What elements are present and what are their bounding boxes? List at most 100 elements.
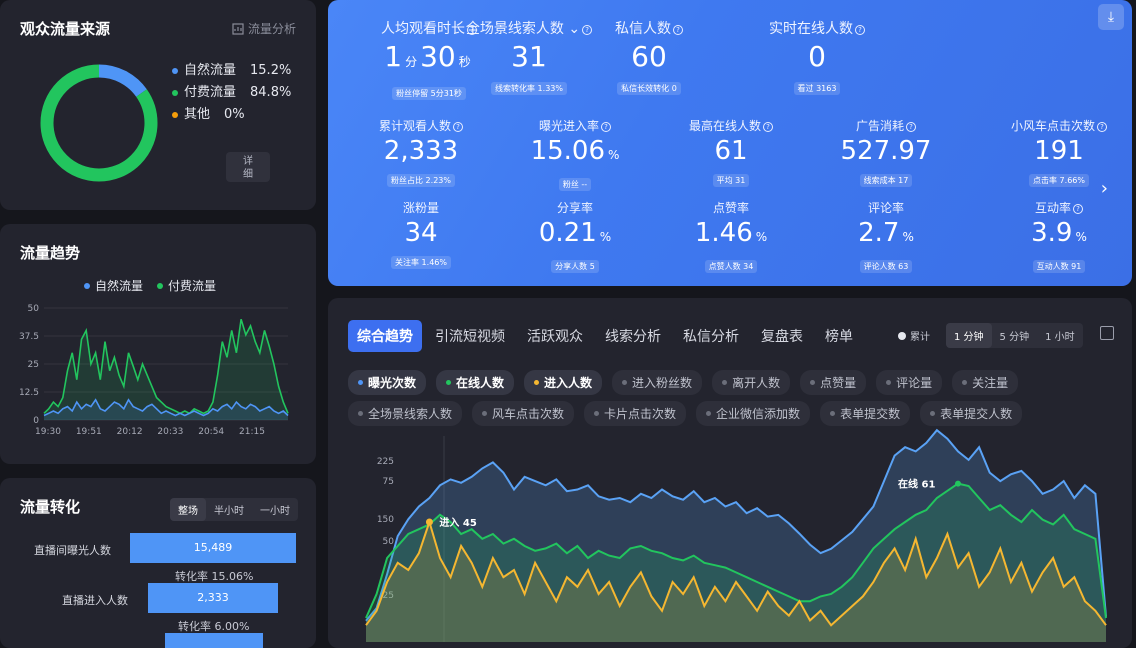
metric-label: 点赞率: [651, 199, 811, 216]
metric-chip[interactable]: 企业微信添加数: [696, 401, 811, 426]
metric-row2-4[interactable]: 小风车点击次数? 191 点击率 7.66%: [979, 117, 1132, 187]
metric-row2-1[interactable]: 曝光进入率? 15.06% 粉丝 --: [495, 117, 655, 191]
metric-chip[interactable]: 离开人数: [712, 370, 791, 395]
metric-row3-1[interactable]: 分享率 0.21% 分享人数 5: [495, 199, 655, 273]
tab-0[interactable]: 综合趋势: [348, 320, 422, 352]
chevron-right-icon[interactable]: ›: [1101, 178, 1108, 199]
trend-tabs: 综合趋势 引流短视频 活跃观众 线索分析 私信分析 复盘表 榜单: [348, 320, 862, 352]
chip-label: 企业微信添加数: [716, 407, 801, 421]
legend-dot-icon: [84, 282, 90, 289]
metric-number: 527.97: [840, 136, 932, 166]
metric-chip[interactable]: 在线人数: [436, 370, 515, 395]
expand-icon[interactable]: [1100, 326, 1114, 340]
help-icon[interactable]: ?: [906, 122, 916, 132]
chip-dot-icon: [358, 411, 363, 416]
metric-label-text: 广告消耗: [855, 119, 904, 133]
detail-button[interactable]: 详细: [226, 152, 270, 182]
tab-2[interactable]: 活跃观众: [518, 320, 592, 352]
metric-chip[interactable]: 卡片点击次数: [584, 401, 687, 426]
cumulative-toggle[interactable]: 累计: [898, 328, 930, 343]
range-option[interactable]: 一小时: [252, 498, 298, 521]
help-icon[interactable]: ?: [1097, 122, 1107, 132]
chip-label: 进入人数: [544, 376, 593, 390]
funnel-bar-next[interactable]: [165, 633, 263, 648]
metric-chip[interactable]: 进入粉丝数: [612, 370, 703, 395]
traffic-trend-legend: 自然流量 付费流量: [84, 277, 216, 294]
toggle-label: 累计: [910, 332, 930, 343]
metric-label-text: 全场景线索人数: [465, 21, 564, 37]
range-option[interactable]: 半小时: [206, 498, 252, 521]
interval-option[interactable]: 1 分钟: [946, 323, 992, 348]
funnel-label-entry: 直播进入人数: [62, 594, 128, 607]
metric-row3-4[interactable]: 互动率? 3.9% 互动人数 91: [979, 199, 1132, 273]
tab-4[interactable]: 私信分析: [674, 320, 748, 352]
tab-1[interactable]: 引流短视频: [426, 320, 514, 352]
tab-6[interactable]: 榜单: [816, 320, 862, 352]
metric-number: 0.21: [538, 218, 597, 248]
help-icon[interactable]: ?: [855, 25, 865, 35]
funnel-bar-exposure[interactable]: 15,489: [130, 533, 296, 563]
chip-label: 曝光次数: [368, 376, 417, 390]
funnel-rate-1: 转化率 15.06%: [175, 568, 253, 584]
traffic-analysis-link[interactable]: 流量分析: [232, 20, 296, 37]
metric-chip[interactable]: 风车点击次数: [472, 401, 575, 426]
chip-label: 在线人数: [456, 376, 505, 390]
metric-row2-2[interactable]: 最高在线人数? 61 平均 31: [651, 117, 811, 187]
trend-y-tick: 25: [28, 360, 39, 370]
range-option[interactable]: 整场: [170, 498, 206, 521]
legend-value: 0%: [224, 107, 245, 122]
metric-chip[interactable]: 表单提交人数: [920, 401, 1023, 426]
rate-value-1: 15.06%: [211, 570, 254, 583]
legend-dot-icon: [172, 90, 178, 96]
trend-y-tick: 12.5: [19, 388, 39, 398]
metric-row3-3[interactable]: 评论率 2.7% 评论人数 63: [806, 199, 966, 273]
trend-x-tick: 20:12: [117, 427, 143, 437]
help-icon[interactable]: ?: [763, 122, 773, 132]
legend-dot-icon: [172, 112, 178, 118]
metric-label-text: 小风车点击次数: [1010, 119, 1095, 133]
metric-chip[interactable]: 评论量: [876, 370, 943, 395]
metric-2[interactable]: 私信人数? 60 私信长效转化 0: [559, 18, 739, 95]
metric-value: 2,333: [341, 134, 501, 168]
traffic-trend-chart: 0 12.5 25 37.5 50 19:30 19:51 20:12 20:33 20:54 21…: [19, 304, 289, 437]
chip-dot-icon: [594, 411, 600, 416]
tab-5[interactable]: 复盘表: [752, 320, 812, 352]
metric-chip[interactable]: 进入人数: [524, 370, 603, 395]
download-button[interactable]: ⤓: [1098, 4, 1124, 30]
chip-dot-icon: [446, 380, 452, 385]
metric-sub: 平均 31: [712, 174, 750, 187]
metric-chip[interactable]: 点赞量: [800, 370, 867, 395]
metric-number: 60: [631, 40, 667, 73]
metric-row2-0[interactable]: 累计观看人数? 2,333 粉丝占比 2.23%: [341, 117, 501, 187]
trend-y-tick: 50: [28, 304, 40, 314]
metric-chip[interactable]: 曝光次数: [348, 370, 427, 395]
metric-unit: %: [599, 230, 612, 244]
metric-row3-2[interactable]: 点赞率 1.46% 点赞人数 34: [651, 199, 811, 273]
funnel-bar-entry[interactable]: 2,333: [148, 583, 278, 613]
metric-row2-3[interactable]: 广告消耗? 527.97 线索成本 17: [806, 117, 966, 187]
chip-dot-icon: [358, 380, 363, 385]
right-y-tick: 225: [377, 457, 394, 467]
interval-option[interactable]: 1 小时: [1037, 323, 1083, 348]
metric-chip[interactable]: 全场景线索人数: [348, 401, 463, 426]
chip-dot-icon: [810, 380, 816, 385]
interval-selector: 1 分钟 5 分钟 1 小时: [946, 323, 1083, 348]
chip-label: 全场景线索人数: [368, 407, 453, 421]
metric-value: 2.7%: [806, 216, 966, 254]
metric-label-text: 点赞率: [712, 201, 749, 215]
metric-row3-0[interactable]: 涨粉量 34 关注率 1.46%: [341, 199, 501, 269]
help-icon[interactable]: ?: [1073, 204, 1083, 214]
interval-option[interactable]: 5 分钟: [992, 323, 1038, 348]
metric-chip[interactable]: 关注量: [952, 370, 1019, 395]
annotation-point: [955, 480, 961, 487]
help-icon[interactable]: ?: [673, 25, 683, 35]
help-icon[interactable]: ?: [601, 122, 611, 132]
metric-chip[interactable]: 表单提交数: [820, 401, 911, 426]
help-icon[interactable]: ?: [453, 122, 463, 132]
tab-3[interactable]: 线索分析: [596, 320, 670, 352]
metric-3[interactable]: 实时在线人数? 0 看过 3163: [727, 18, 907, 95]
metric-value: 0.21%: [495, 216, 655, 254]
trend-x-tick: 20:54: [198, 427, 224, 437]
metric-unit: %: [755, 230, 768, 244]
chip-dot-icon: [482, 411, 488, 416]
